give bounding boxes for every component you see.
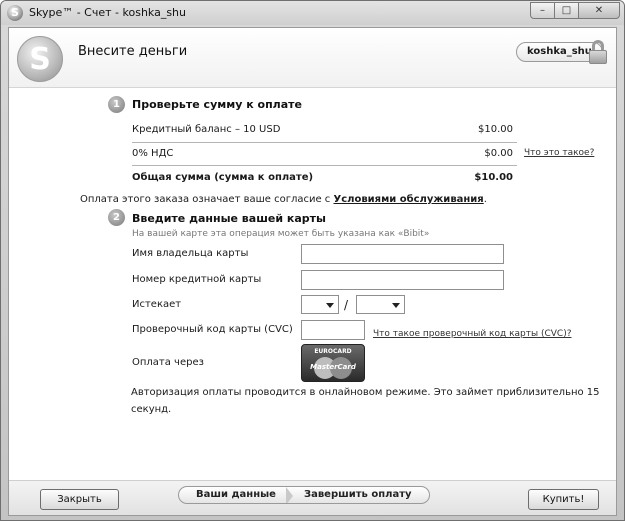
cardholder-label: Имя владельца карты <box>132 248 249 259</box>
breadcrumb-your-data[interactable]: Ваши данные <box>196 489 276 500</box>
line-item-credit-amount: $10.00 <box>478 124 513 135</box>
expiry-separator: / <box>344 298 349 312</box>
close-window-button[interactable]: ✕ <box>578 2 620 19</box>
lock-icon <box>589 40 607 64</box>
card-number-label: Номер кредитной карты <box>132 274 262 285</box>
agreement-prefix: Оплата этого заказа означает ваше соглас… <box>80 194 334 205</box>
cvc-input[interactable] <box>301 320 365 340</box>
pay-via-label: Оплата через <box>132 357 204 368</box>
expiry-month-select[interactable] <box>301 295 339 314</box>
divider <box>132 142 517 143</box>
mastercard-text: MasterCard <box>310 363 356 371</box>
maximize-button[interactable]: □ <box>554 2 579 19</box>
close-button[interactable]: Закрыть <box>40 489 119 510</box>
skype-invoice-window: S Skype™ - Счет - koshka_shu – □ ✕ S Вне… <box>0 0 625 521</box>
divider <box>132 165 517 166</box>
buy-button[interactable]: Купить! <box>528 489 599 510</box>
terms-of-service-link[interactable]: Условиями обслуживания <box>333 194 483 205</box>
expires-label: Истекает <box>132 299 182 310</box>
header: S Внесите деньги koshka_shu <box>9 28 616 88</box>
page-title: Внесите деньги <box>78 44 188 59</box>
line-item-credit-label: Кредитный баланс – 10 USD <box>132 124 281 135</box>
step-1-number: 1 <box>108 96 125 113</box>
agreement-suffix: . <box>483 194 487 205</box>
cvc-label: Проверочный код карты (CVC) <box>132 324 293 335</box>
total-label: Общая сумма (сумма к оплате) <box>132 172 314 183</box>
cardholder-input[interactable] <box>301 244 504 264</box>
bibit-hint: На вашей карте эта операция может быть у… <box>132 229 430 239</box>
line-item-vat-amount: $0.00 <box>484 148 513 159</box>
breadcrumb: Ваши данные Завершить оплату <box>178 486 430 504</box>
window-title: Skype™ - Счет - koshka_shu <box>29 6 187 19</box>
breadcrumb-complete-payment[interactable]: Завершить оплату <box>304 489 412 500</box>
vat-info-link[interactable]: Что это такое? <box>524 148 594 158</box>
step-1-title: Проверьте сумму к оплате <box>132 98 302 111</box>
chevron-down-icon <box>326 303 334 308</box>
agreement-text: Оплата этого заказа означает ваше соглас… <box>80 194 487 205</box>
skype-app-icon: S <box>7 5 23 21</box>
expiry-year-select[interactable] <box>356 295 405 314</box>
mastercard-logo-icon: EUROCARD MasterCard <box>301 344 365 382</box>
client-area: S Внесите деньги koshka_shu 1 Проверьте … <box>8 27 617 516</box>
card-number-input[interactable] <box>301 270 504 290</box>
breadcrumb-separator <box>286 487 293 503</box>
step-2-title: Введите данные вашей карты <box>132 212 326 225</box>
title-bar: S Skype™ - Счет - koshka_shu – □ ✕ <box>1 1 624 25</box>
minimize-button[interactable]: – <box>530 2 555 19</box>
line-item-vat-label: 0% НДС <box>132 148 174 159</box>
total-amount: $10.00 <box>474 172 513 183</box>
chevron-down-icon <box>392 303 400 308</box>
window-controls: – □ ✕ <box>530 2 620 19</box>
authorization-info: Авторизация оплаты проводится в онлайнов… <box>131 387 600 415</box>
skype-logo-icon: S <box>17 36 63 82</box>
step-2-number: 2 <box>108 209 125 226</box>
cvc-info-link[interactable]: Что такое проверочный код карты (CVC)? <box>373 329 571 339</box>
footer: Закрыть Ваши данные Завершить оплату Куп… <box>9 480 616 515</box>
eurocard-text: EUROCARD <box>314 348 352 355</box>
